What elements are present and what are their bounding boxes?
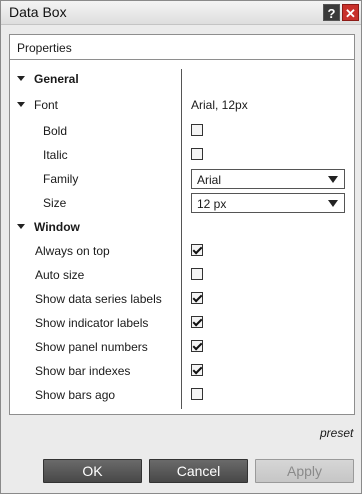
- chevron-down-icon[interactable]: [328, 200, 338, 207]
- title-bar[interactable]: Data Box ? ✕: [1, 1, 361, 25]
- show-bars-ago-checkbox[interactable]: [191, 388, 203, 400]
- font-summary-value: Arial, 12px: [191, 98, 248, 112]
- auto-size-label: Auto size: [35, 268, 85, 282]
- show-bar-indexes-label: Show bar indexes: [35, 364, 131, 378]
- property-italic: Italic: [10, 143, 354, 167]
- property-show-bar-indexes: Show bar indexes: [10, 359, 354, 383]
- auto-size-checkbox[interactable]: [191, 268, 203, 280]
- italic-checkbox[interactable]: [191, 148, 203, 160]
- always-on-top-label: Always on top: [35, 244, 110, 258]
- ok-button[interactable]: OK: [43, 459, 142, 483]
- show-bars-ago-label: Show bars ago: [35, 388, 116, 402]
- property-family-label: Family: [43, 172, 79, 186]
- size-select[interactable]: 12 px: [191, 193, 345, 213]
- show-panel-numbers-label: Show panel numbers: [35, 340, 148, 354]
- properties-panel: Properties General Font Arial, 12px Bold…: [9, 34, 355, 415]
- cancel-button[interactable]: Cancel: [149, 459, 248, 483]
- section-font-label: Font: [34, 98, 59, 112]
- properties-header-label: Properties: [17, 41, 72, 55]
- bold-checkbox[interactable]: [191, 124, 203, 136]
- always-on-top-checkbox[interactable]: [191, 244, 203, 256]
- property-italic-label: Italic: [43, 148, 68, 162]
- preset-link[interactable]: preset: [320, 426, 353, 440]
- chevron-down-icon[interactable]: [328, 176, 338, 183]
- section-general[interactable]: General: [10, 67, 354, 91]
- show-panel-numbers-checkbox[interactable]: [191, 340, 203, 352]
- show-indicator-labels-checkbox[interactable]: [191, 316, 203, 328]
- family-select[interactable]: Arial: [191, 169, 345, 189]
- property-bold-label: Bold: [43, 124, 68, 138]
- show-data-series-labels-label: Show data series labels: [35, 292, 162, 306]
- property-auto-size: Auto size: [10, 263, 354, 287]
- data-box-dialog: Data Box ? ✕ Properties General Font Ari…: [0, 0, 362, 494]
- property-show-data-series-labels: Show data series labels: [10, 287, 354, 311]
- show-indicator-labels-label: Show indicator labels: [35, 316, 149, 330]
- section-window-label: Window: [34, 220, 80, 234]
- property-size-label: Size: [43, 196, 67, 210]
- window-title: Data Box: [9, 4, 67, 20]
- property-show-indicator-labels: Show indicator labels: [10, 311, 354, 335]
- show-data-series-labels-checkbox[interactable]: [191, 292, 203, 304]
- property-always-on-top: Always on top: [10, 239, 354, 263]
- section-general-label: General: [34, 72, 79, 86]
- family-select-value: Arial: [197, 173, 222, 187]
- property-family: Family Arial: [10, 167, 354, 191]
- section-window[interactable]: Window: [10, 215, 354, 239]
- size-select-value: 12 px: [197, 197, 227, 211]
- section-font[interactable]: Font Arial, 12px: [10, 93, 354, 117]
- property-show-bars-ago: Show bars ago: [10, 383, 354, 407]
- property-size: Size 12 px: [10, 191, 354, 215]
- show-bar-indexes-checkbox[interactable]: [191, 364, 203, 376]
- property-show-panel-numbers: Show panel numbers: [10, 335, 354, 359]
- close-icon[interactable]: ✕: [342, 4, 359, 21]
- triangle-down-icon[interactable]: [17, 102, 25, 107]
- property-bold: Bold: [10, 119, 354, 143]
- triangle-down-icon[interactable]: [17, 224, 25, 229]
- help-icon[interactable]: ?: [323, 4, 340, 21]
- apply-button[interactable]: Apply: [255, 459, 354, 483]
- properties-header: Properties: [10, 35, 354, 60]
- triangle-down-icon[interactable]: [17, 76, 25, 81]
